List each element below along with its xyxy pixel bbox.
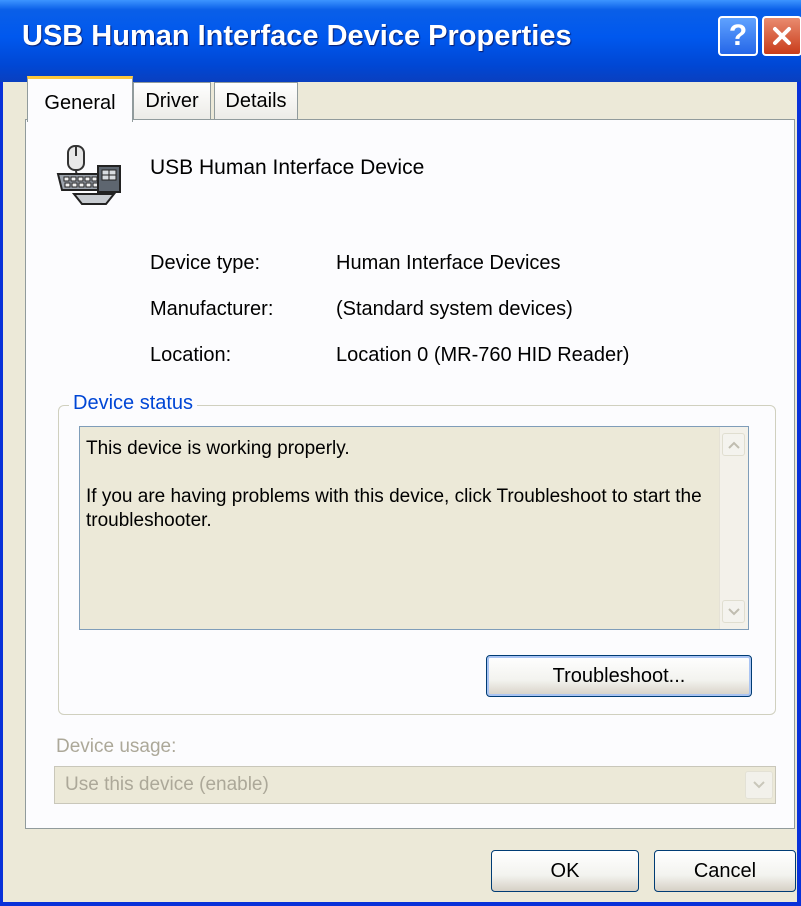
chevron-down-icon (753, 781, 765, 789)
tab-driver[interactable]: Driver (133, 82, 211, 120)
device-name: USB Human Interface Device (150, 156, 425, 179)
manufacturer-value: (Standard system devices) (336, 298, 573, 320)
scroll-up-button[interactable] (722, 433, 745, 456)
device-usage-dropdown-button[interactable] (745, 771, 773, 799)
device-status-text: This device is working properly. If you … (86, 437, 716, 533)
ok-button[interactable]: OK (491, 850, 639, 892)
device-status-textbox[interactable]: This device is working properly. If you … (79, 426, 749, 630)
tab-general[interactable]: General (27, 76, 133, 122)
close-icon (773, 27, 791, 45)
device-usage-value: Use this device (enable) (65, 774, 269, 795)
properties-window: USB Human Interface Device Properties ? … (0, 0, 801, 906)
troubleshoot-button[interactable]: Troubleshoot... (486, 655, 752, 697)
tab-general-label: General (44, 92, 116, 114)
location-label: Location: (150, 344, 232, 366)
chevron-down-icon (727, 607, 740, 615)
scroll-down-button[interactable] (722, 600, 745, 623)
device-usage-label: Device usage: (56, 736, 177, 757)
chevron-up-icon (727, 441, 740, 449)
device-type-value: Human Interface Devices (336, 252, 561, 274)
close-button[interactable] (762, 16, 801, 56)
general-tab-panel: USB Human Interface Device Device type: … (25, 119, 795, 829)
device-status-legend: Device status (69, 392, 198, 415)
tab-driver-label: Driver (145, 90, 199, 112)
device-usage-select[interactable]: Use this device (enable) (54, 766, 776, 804)
status-line-working: This device is working properly. (86, 438, 350, 459)
help-icon: ? (728, 19, 748, 52)
cancel-button[interactable]: Cancel (654, 850, 796, 892)
tab-details-label: Details (225, 90, 287, 112)
hid-device-icon (56, 145, 121, 205)
help-button[interactable]: ? (718, 16, 758, 56)
manufacturer-label: Manufacturer: (150, 298, 274, 320)
status-scrollbar[interactable] (719, 427, 748, 629)
window-title: USB Human Interface Device Properties (22, 20, 572, 52)
status-line-help: If you are having problems with this dev… (86, 486, 702, 531)
device-type-label: Device type: (150, 252, 261, 274)
title-bar[interactable]: USB Human Interface Device Properties ? (0, 0, 801, 82)
tab-details[interactable]: Details (214, 82, 298, 120)
location-value: Location 0 (MR-760 HID Reader) (336, 344, 630, 366)
device-status-group: Device status This device is working pro… (58, 392, 776, 715)
